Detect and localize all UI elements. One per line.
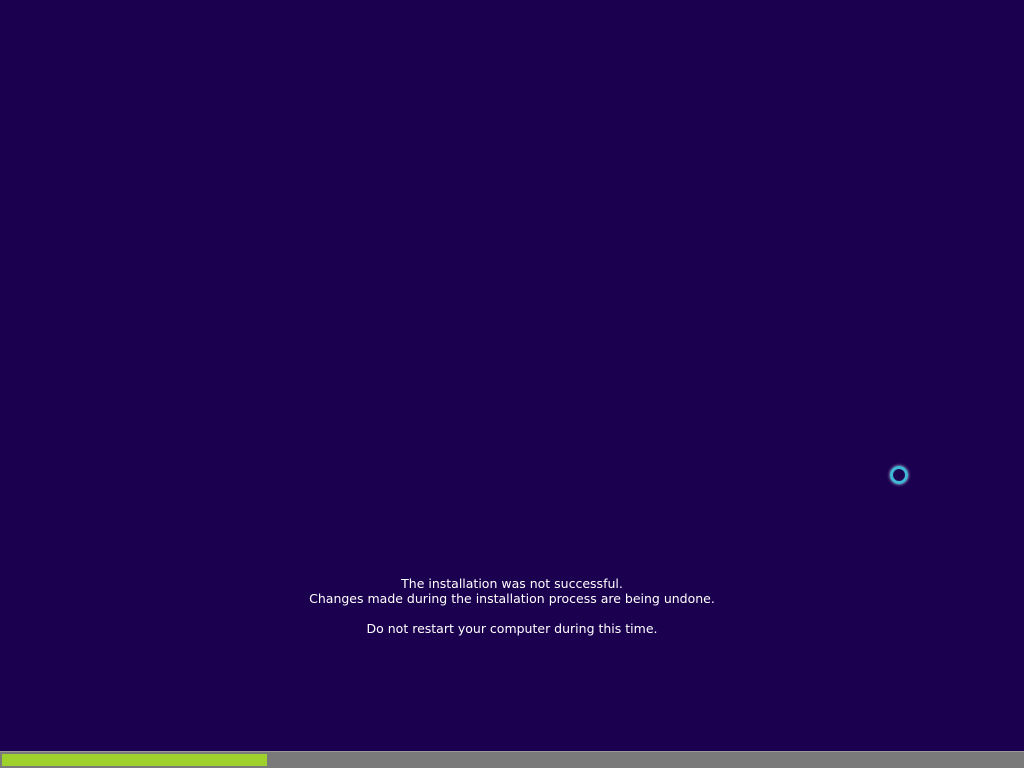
progress-bar (0, 751, 1024, 768)
progress-bar-fill (2, 754, 267, 766)
setup-rollback-screen: The installation was not successful. Cha… (0, 0, 1024, 768)
status-line-failed: The installation was not successful. (401, 576, 623, 591)
status-message: The installation was not successful. Cha… (0, 576, 1024, 636)
status-line-warning: Do not restart your computer during this… (366, 621, 658, 636)
loading-spinner-icon (890, 466, 908, 484)
status-line-undoing: Changes made during the installation pro… (309, 591, 715, 606)
